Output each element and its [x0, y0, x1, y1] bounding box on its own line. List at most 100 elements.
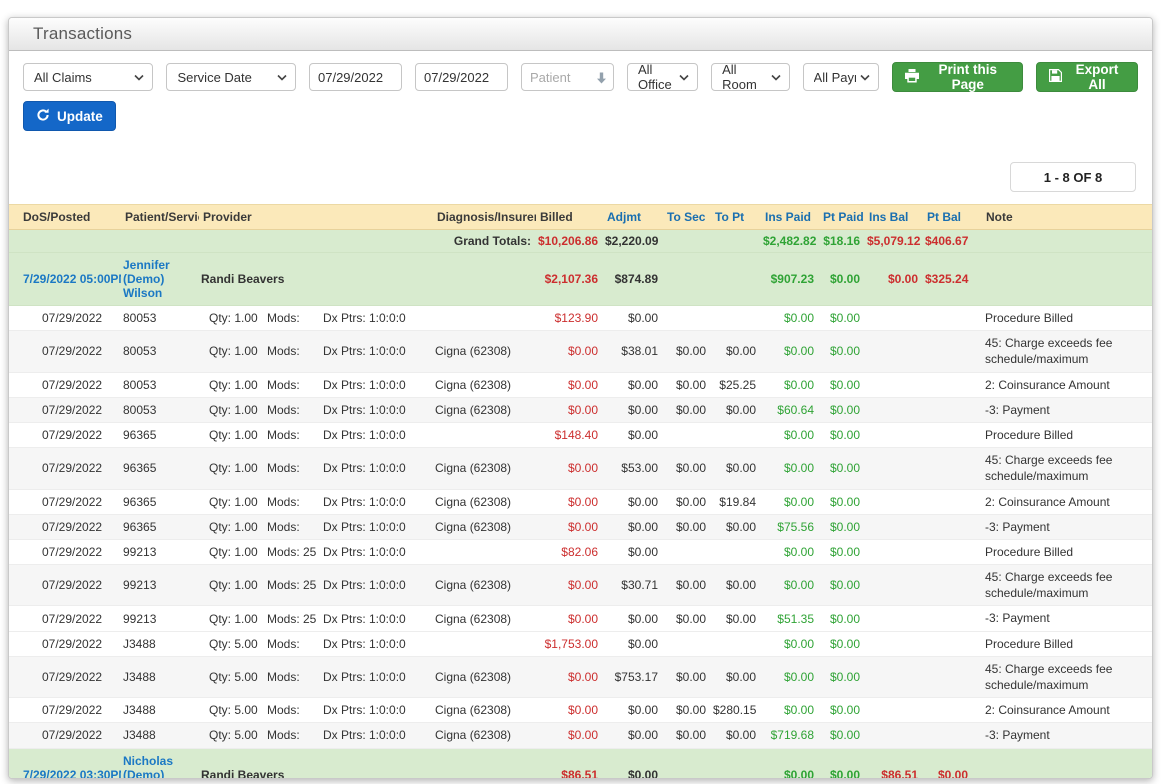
detail-to_pt: $0.00 — [711, 331, 761, 372]
detail-service-code: J3488 — [121, 656, 199, 697]
payment-select[interactable]: All Paym — [803, 63, 879, 91]
detail-pt_bal — [923, 656, 973, 697]
detail-service-code: 80053 — [121, 331, 199, 372]
column-header-to_sec[interactable]: To Sec — [663, 205, 711, 230]
group-dos-link[interactable]: 7/29/2022 05:00PM — [23, 272, 121, 286]
chevron-down-icon — [277, 74, 287, 81]
column-header-adjmt[interactable]: Adjmt — [603, 205, 663, 230]
column-header-note: Note — [973, 205, 1152, 230]
grand-totals-row: Grand Totals:$10,206.86$2,220.09$2,482.8… — [9, 230, 1152, 253]
detail-adjmt: $0.00 — [603, 489, 663, 514]
print-page-button[interactable]: Print this Page — [892, 62, 1023, 92]
detail-qty-mods-dx: Qty: 1.00Mods: 25Dx Ptrs: 1:0:0:0 — [201, 545, 431, 559]
detail-mods: Mods: — [267, 495, 323, 509]
detail-ins_paid: $0.00 — [761, 565, 819, 606]
grand-total-pt_paid: $18.16 — [819, 230, 865, 253]
patient-search-input[interactable] — [521, 63, 614, 91]
date-type-select[interactable]: Service Date — [166, 63, 296, 91]
detail-billed: $0.00 — [536, 489, 603, 514]
group-dos-link[interactable]: 7/29/2022 03:30PM — [23, 768, 121, 779]
detail-ins_bal — [865, 422, 923, 447]
detail-qty-mods-dx: Qty: 5.00Mods:Dx Ptrs: 1:0:0:0 — [201, 703, 431, 717]
detail-ins_bal — [865, 331, 923, 372]
detail-billed: $0.00 — [536, 723, 603, 748]
date-to-input[interactable] — [415, 63, 508, 91]
transaction-detail-row: 07/29/202280053Qty: 1.00Mods:Dx Ptrs: 1:… — [9, 397, 1152, 422]
detail-provider-cell: Qty: 1.00Mods: 25Dx Ptrs: 1:0:0:0 — [199, 565, 433, 606]
detail-billed: $123.90 — [536, 306, 603, 331]
detail-dos-cell: 07/29/2022 — [9, 306, 121, 331]
detail-ins_paid: $0.00 — [761, 372, 819, 397]
column-header-pt_bal[interactable]: Pt Bal — [923, 205, 973, 230]
patient-search-wrap — [521, 63, 614, 91]
grand-total-billed: $10,206.86 — [536, 230, 603, 253]
detail-billed: $0.00 — [536, 331, 603, 372]
export-all-button[interactable]: Export All — [1036, 62, 1138, 92]
transaction-detail-row: 07/29/2022J3488Qty: 5.00Mods:Dx Ptrs: 1:… — [9, 631, 1152, 656]
transaction-detail-row: 07/29/202280053Qty: 1.00Mods:Dx Ptrs: 1:… — [9, 331, 1152, 372]
chevron-down-icon — [134, 74, 144, 81]
detail-pt_paid: $0.00 — [819, 372, 865, 397]
detail-dos-cell: 07/29/2022 — [9, 514, 121, 539]
column-header-to_pt[interactable]: To Pt — [711, 205, 761, 230]
detail-dx-ptrs: Dx Ptrs: 1:0:0:0 — [323, 545, 431, 559]
filter-bar: All Claims Service Date All Offi — [9, 51, 1152, 144]
table-header-row: DoS/PostedPatient/ServiceProviderDiagnos… — [9, 205, 1152, 230]
detail-pt_paid: $0.00 — [819, 606, 865, 631]
detail-to_pt: $19.84 — [711, 489, 761, 514]
detail-to_sec — [663, 539, 711, 564]
detail-to_pt: $25.25 — [711, 372, 761, 397]
detail-billed: $0.00 — [536, 606, 603, 631]
update-label: Update — [57, 109, 103, 124]
transaction-detail-row: 07/29/202299213Qty: 1.00Mods: 25Dx Ptrs:… — [9, 565, 1152, 606]
detail-insurer: Cigna (62308) — [433, 606, 536, 631]
group-diagnosis-cell — [433, 748, 536, 779]
detail-provider-cell: Qty: 1.00Mods:Dx Ptrs: 1:0:0:0 — [199, 448, 433, 489]
transaction-detail-row: 07/29/2022J3488Qty: 5.00Mods:Dx Ptrs: 1:… — [9, 698, 1152, 723]
transactions-table: DoS/PostedPatient/ServiceProviderDiagnos… — [9, 204, 1152, 779]
detail-service-code: 96365 — [121, 514, 199, 539]
detail-adjmt: $0.00 — [603, 698, 663, 723]
detail-qty: Qty: 1.00 — [209, 495, 267, 509]
chevron-down-icon — [771, 74, 781, 81]
column-header-patient: Patient/Service — [121, 205, 199, 230]
office-select[interactable]: All Office — [627, 63, 698, 91]
detail-pt_bal — [923, 514, 973, 539]
detail-qty-mods-dx: Qty: 1.00Mods: 25Dx Ptrs: 1:0:0:0 — [201, 578, 431, 592]
detail-ins_bal — [865, 606, 923, 631]
date-from-input[interactable] — [309, 63, 402, 91]
detail-to_sec — [663, 306, 711, 331]
detail-dx-ptrs: Dx Ptrs: 1:0:0:0 — [323, 670, 431, 684]
detail-qty-mods-dx: Qty: 5.00Mods:Dx Ptrs: 1:0:0:0 — [201, 637, 431, 651]
detail-to_pt — [711, 631, 761, 656]
detail-ins_bal — [865, 514, 923, 539]
refresh-icon — [36, 108, 50, 125]
detail-note: -3: Payment — [973, 723, 1152, 748]
update-button[interactable]: Update — [23, 101, 116, 131]
detail-to_sec — [663, 631, 711, 656]
group-note-cell — [973, 748, 1152, 779]
group-total-ins_paid: $907.23 — [761, 253, 819, 306]
detail-pt_paid: $0.00 — [819, 448, 865, 489]
column-header-ins_bal[interactable]: Ins Bal — [865, 205, 923, 230]
patient-name-link[interactable]: Jennifer (Demo) Wilson — [123, 258, 170, 300]
column-header-pt_paid[interactable]: Pt Paid — [819, 205, 865, 230]
transaction-detail-row: 07/29/202299213Qty: 1.00Mods: 25Dx Ptrs:… — [9, 539, 1152, 564]
column-header-ins_paid[interactable]: Ins Paid — [761, 205, 819, 230]
detail-mods: Mods: 25 — [267, 545, 323, 559]
title-bar: Transactions — [9, 18, 1152, 51]
claims-select[interactable]: All Claims — [23, 63, 153, 91]
detail-mods: Mods: — [267, 403, 323, 417]
detail-mods: Mods: — [267, 520, 323, 534]
room-select[interactable]: All Room — [711, 63, 789, 91]
detail-pt_bal — [923, 306, 973, 331]
detail-billed: $0.00 — [536, 372, 603, 397]
patient-name-link[interactable]: Nicholas (Demo) Franklin — [123, 754, 173, 779]
detail-to_sec — [663, 422, 711, 447]
detail-provider-cell: Qty: 1.00Mods:Dx Ptrs: 1:0:0:0 — [199, 331, 433, 372]
detail-to_sec: $0.00 — [663, 698, 711, 723]
detail-insurer: Cigna (62308) — [433, 565, 536, 606]
detail-to_pt: $0.00 — [711, 656, 761, 697]
detail-adjmt: $0.00 — [603, 606, 663, 631]
group-total-to_pt — [711, 253, 761, 306]
